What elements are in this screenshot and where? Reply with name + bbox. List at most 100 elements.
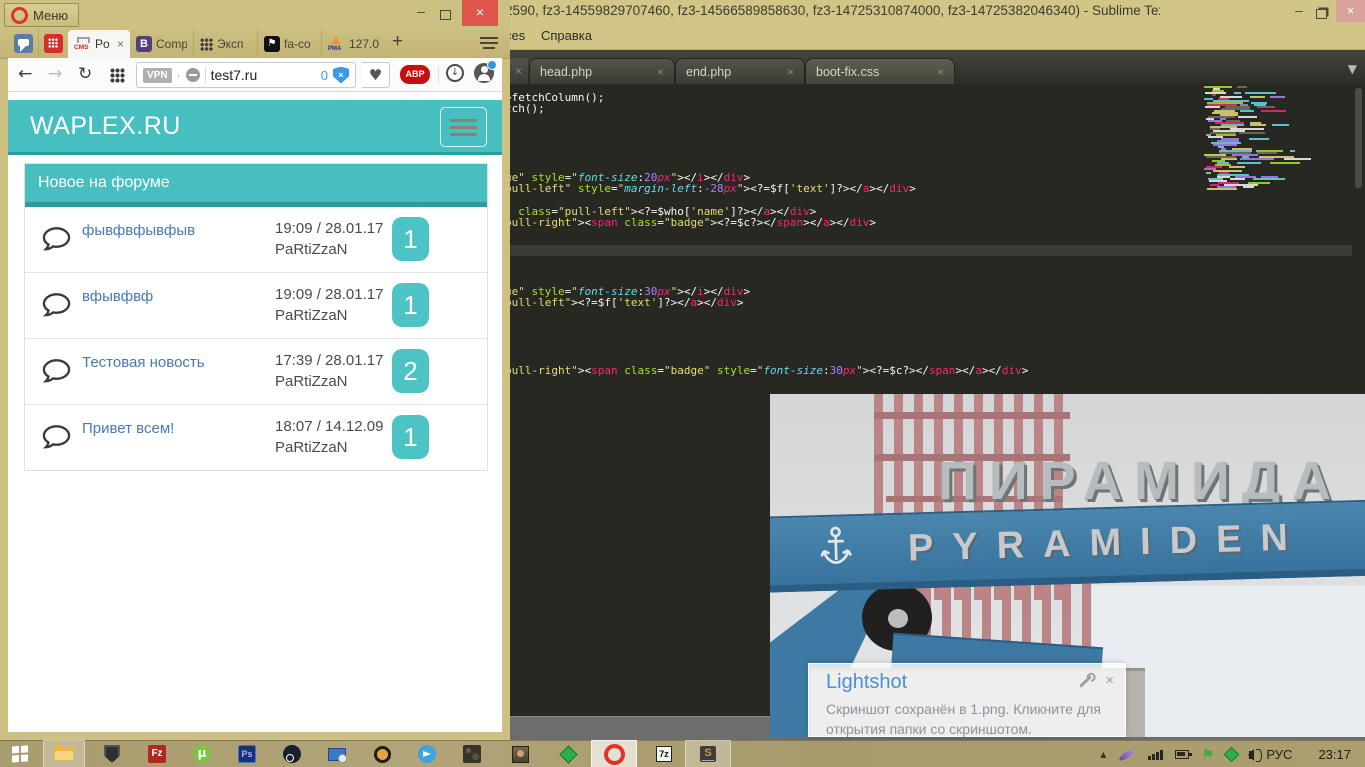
- tab-close-icon[interactable]: ×: [761, 65, 794, 79]
- taskbar-avira[interactable]: [362, 741, 402, 767]
- taskbar-wot[interactable]: [92, 741, 132, 767]
- topic-row[interactable]: Привет всем! 18:07 / 14.12.09 PaRtiZzaN …: [25, 405, 487, 470]
- topic-link[interactable]: вфывфвф: [82, 288, 153, 305]
- tab-menu-icon[interactable]: [480, 37, 498, 52]
- taskbar-telegram[interactable]: [407, 741, 447, 767]
- sublime-close-button[interactable]: ×: [1336, 0, 1365, 22]
- tab-overflow-icon[interactable]: ▼: [1348, 62, 1357, 76]
- tray-expand-icon[interactable]: ▲: [1100, 750, 1106, 759]
- tab-close-icon[interactable]: ×: [117, 37, 124, 51]
- bookmark-heart-button[interactable]: ♥: [362, 62, 390, 88]
- forward-button[interactable]: →: [48, 64, 62, 84]
- reload-button[interactable]: ↻: [78, 64, 92, 84]
- clock[interactable]: 23:17: [1318, 747, 1351, 762]
- taskbar-sublime[interactable]: S: [686, 741, 730, 767]
- pinned-tab-red[interactable]: [38, 28, 69, 58]
- opera-tab-active[interactable]: CMS Po ×: [68, 30, 130, 58]
- opera-close-button[interactable]: ×: [462, 0, 498, 26]
- battery-icon[interactable]: [1175, 750, 1189, 759]
- taskbar-avatar-app[interactable]: [500, 741, 540, 767]
- windows-logo-icon: [12, 746, 28, 763]
- network-signal-icon[interactable]: [1148, 750, 1163, 760]
- topic-count-badge[interactable]: 1: [392, 415, 429, 459]
- gem-tray-icon[interactable]: [1224, 747, 1240, 763]
- topic-link[interactable]: Тестовая новость: [82, 354, 205, 371]
- toolbar-divider: [438, 66, 439, 84]
- url-text[interactable]: test7.ru: [211, 67, 258, 83]
- topic-author: PaRtiZzaN: [275, 239, 383, 260]
- separator-dot: ·: [177, 68, 181, 82]
- tab-close-icon[interactable]: ×: [631, 65, 664, 79]
- topic-row[interactable]: фывфвфывфыв 19:09 / 28.01.17 PaRtiZzaN 1: [25, 207, 487, 273]
- sublime-minimize-button[interactable]: –: [1288, 2, 1310, 18]
- topic-count-badge[interactable]: 1: [392, 217, 429, 261]
- topic-link[interactable]: Привет всем!: [82, 420, 174, 437]
- pinned-tab-chat[interactable]: [8, 28, 39, 58]
- opera-tab-phpmyadmin[interactable]: PMA 127.0: [322, 30, 386, 58]
- opera-menu-button[interactable]: Меню: [4, 3, 79, 27]
- topic-count-badge[interactable]: 1: [392, 283, 429, 327]
- back-button[interactable]: ←: [18, 64, 32, 84]
- opera-tab-fontawesome[interactable]: ⚑ fa-co: [258, 30, 322, 58]
- tab-label: head.php: [540, 65, 592, 79]
- language-indicator[interactable]: РУС: [1266, 747, 1292, 762]
- avira-icon: [374, 746, 391, 763]
- tab-close-icon[interactable]: ×: [911, 65, 944, 79]
- topic-row[interactable]: вфывфвф 19:09 / 28.01.17 PaRtiZzaN 1: [25, 273, 487, 339]
- downloads-button[interactable]: ↓: [446, 64, 464, 82]
- maximize-icon: [440, 10, 451, 20]
- shield-icon[interactable]: ×: [333, 67, 349, 84]
- taskbar-game[interactable]: [452, 741, 492, 767]
- wrench-icon[interactable]: [1079, 675, 1092, 688]
- feather-tray-icon[interactable]: [1119, 747, 1137, 763]
- new-tab-button[interactable]: +: [392, 31, 403, 53]
- panel-title: Новое на форуме: [25, 164, 487, 207]
- opera-tab-components[interactable]: B Comp: [130, 30, 194, 58]
- speed-dial-icon[interactable]: [110, 68, 125, 83]
- taskbar-filezilla[interactable]: Fz: [137, 741, 177, 767]
- taskbar-gem-app[interactable]: [548, 741, 588, 767]
- taskbar-explorer[interactable]: [44, 741, 84, 767]
- address-bar[interactable]: VPN · test7.ru 0 ×: [136, 62, 356, 88]
- code-lines[interactable]: >fetchColumn();tch();ue" style="font-siz…: [505, 92, 1028, 377]
- monitor-icon: [328, 748, 346, 761]
- sublime-restore-button[interactable]: [1310, 6, 1332, 22]
- sublime-tab-boot-fix-css[interactable]: boot-fix.css ×: [805, 58, 955, 84]
- topic-row[interactable]: Тестовая новость 17:39 / 28.01.17 PaRtiZ…: [25, 339, 487, 405]
- opera-titlebar[interactable]: Меню – ×: [0, 0, 510, 28]
- taskbar-opera[interactable]: [592, 741, 636, 767]
- opera-minimize-button[interactable]: –: [410, 3, 432, 19]
- hamburger-menu-button[interactable]: [440, 107, 487, 147]
- code-line: tch();: [505, 103, 1028, 114]
- opera-window: Меню – × CMS Po × B Comp Эксп ⚑: [0, 0, 510, 740]
- notification-close-icon[interactable]: ×: [1105, 672, 1114, 689]
- opera-tab-export[interactable]: Эксп: [194, 30, 258, 58]
- taskbar-remote-desktop[interactable]: [317, 741, 357, 767]
- site-badge-icon[interactable]: [186, 68, 200, 82]
- taskbar-utorrent[interactable]: µ: [182, 741, 222, 767]
- vpn-badge[interactable]: VPN: [143, 68, 172, 83]
- blocked-count: 0: [321, 68, 328, 83]
- steam-icon: [283, 745, 301, 763]
- tab-label: end.php: [686, 65, 731, 79]
- lightshot-notification[interactable]: Lightshot × Скриншот сохранён в 1.png. К…: [808, 663, 1126, 737]
- adblock-badge[interactable]: ABP: [400, 65, 430, 84]
- profile-button[interactable]: [474, 63, 494, 83]
- flag-tray-icon[interactable]: ⚑: [1201, 746, 1214, 764]
- topic-count-badge[interactable]: 2: [392, 349, 429, 393]
- site-brand[interactable]: WAPLEX.RU: [30, 112, 181, 141]
- speaker-icon[interactable]: [1249, 751, 1254, 759]
- start-button[interactable]: [0, 741, 40, 767]
- menu-item-help[interactable]: Справка: [541, 28, 592, 43]
- minimap[interactable]: [1202, 86, 1352, 198]
- sublime-tab-head-php[interactable]: head.php ×: [529, 58, 675, 84]
- taskbar-photoshop[interactable]: Ps: [227, 741, 267, 767]
- topic-link[interactable]: фывфвфывфыв: [82, 222, 195, 239]
- notification-message[interactable]: Скриншот сохранён в 1.png. Кликните для …: [826, 699, 1120, 740]
- sublime-tab-end-php[interactable]: end.php ×: [675, 58, 805, 84]
- tab-label: Эксп: [217, 37, 244, 51]
- taskbar-7zip[interactable]: 7z: [644, 741, 684, 767]
- editor-scrollbar[interactable]: [1355, 88, 1362, 188]
- opera-maximize-button[interactable]: [434, 7, 456, 23]
- taskbar-steam[interactable]: [272, 741, 312, 767]
